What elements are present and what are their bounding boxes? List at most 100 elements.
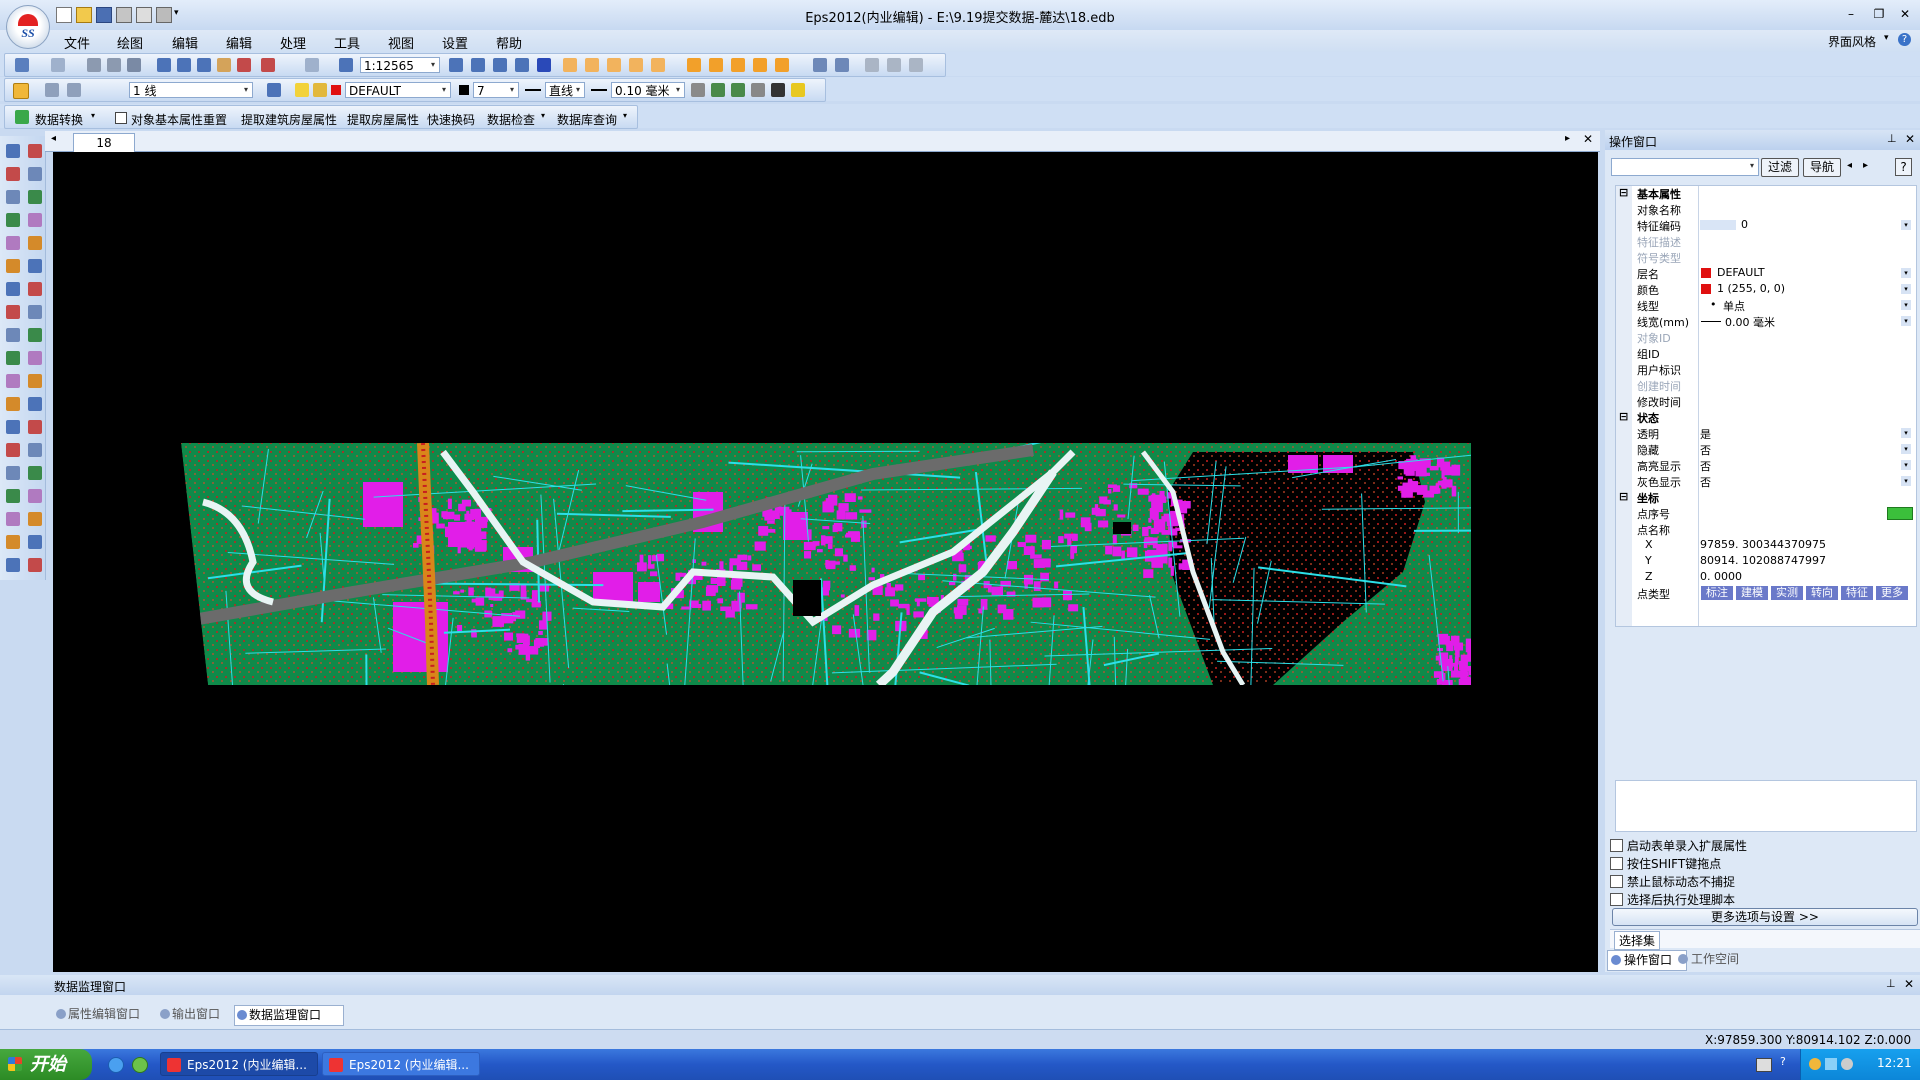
disabled-tool-3-icon[interactable]: [909, 58, 923, 72]
draw-tool-icon[interactable]: [6, 259, 20, 273]
menu-settings[interactable]: 设置: [442, 33, 468, 52]
point-type-survey-button[interactable]: 实测: [1771, 586, 1803, 600]
draw-tool-icon[interactable]: [28, 351, 42, 365]
panel-close-icon[interactable]: ✕: [1905, 132, 1915, 146]
draw-tool-icon[interactable]: [6, 328, 20, 342]
pan-hand-icon[interactable]: [217, 58, 231, 72]
database-query-menu[interactable]: 数据库查询: [557, 111, 617, 128]
point-nav-icon[interactable]: [1887, 507, 1913, 520]
section-basic-toggle-icon[interactable]: ⊟: [1619, 186, 1628, 199]
zoom-in-icon[interactable]: [177, 58, 191, 72]
menu-process[interactable]: 处理: [280, 33, 306, 52]
draw-tool-icon[interactable]: [6, 397, 20, 411]
linewidth-dropdown-icon[interactable]: ▾: [1901, 316, 1911, 326]
database-query-dropdown-icon[interactable]: ▾: [623, 111, 627, 120]
nav-next-icon[interactable]: ▸: [1863, 160, 1868, 171]
cut-icon[interactable]: [87, 58, 101, 72]
draw-tool-icon[interactable]: [6, 558, 20, 572]
prop-row-object-name[interactable]: 对象名称: [1615, 201, 1915, 217]
tab-data-supervision[interactable]: 数据监理窗口: [234, 1005, 344, 1026]
menu-edit[interactable]: 编辑: [172, 33, 198, 52]
layer-dropdown-icon[interactable]: ▾: [1901, 268, 1911, 278]
orange-tool-2-icon[interactable]: [585, 58, 599, 72]
draw-tool-icon[interactable]: [28, 558, 42, 572]
orange-tool-1-icon[interactable]: [563, 58, 577, 72]
draw-tool-icon[interactable]: [28, 167, 42, 181]
snap-tool-2-icon[interactable]: [709, 58, 723, 72]
grid-view-3-icon[interactable]: [493, 58, 507, 72]
ie-icon[interactable]: [108, 1057, 124, 1073]
checkbox-icon[interactable]: [1610, 839, 1623, 852]
draw-tool-icon[interactable]: [6, 443, 20, 457]
draw-tool-icon[interactable]: [28, 190, 42, 204]
network-icon[interactable]: [1825, 1058, 1837, 1070]
section-state-toggle-icon[interactable]: ⊟: [1619, 410, 1628, 423]
number-icon[interactable]: [775, 58, 789, 72]
prop-row-gray[interactable]: 灰色显示 否 ▾: [1615, 473, 1915, 489]
prop-row-user-tag[interactable]: 用户标识: [1615, 361, 1915, 377]
prop-row-modified[interactable]: 修改时间: [1615, 393, 1915, 409]
bottom-panel-pin-icon[interactable]: ⊥: [1886, 977, 1896, 990]
draw-tool-icon[interactable]: [6, 512, 20, 526]
menu-tools[interactable]: 工具: [334, 33, 360, 52]
section-coords-toggle-icon[interactable]: ⊟: [1619, 490, 1628, 503]
line-width-field[interactable]: 0.10 毫米 ▾: [611, 82, 685, 98]
object-attr-reset-button[interactable]: 对象基本属性重置: [131, 111, 227, 128]
taskbar-item-eps-1[interactable]: Eps2012 (内业编辑...: [160, 1052, 318, 1076]
draw-tool-icon[interactable]: [28, 512, 42, 526]
draw-tool-icon[interactable]: [28, 328, 42, 342]
help-icon[interactable]: ?: [1898, 33, 1911, 46]
prop-row-hidden[interactable]: 隐藏 否 ▾: [1615, 441, 1915, 457]
section-state[interactable]: ⊟ 状态: [1615, 409, 1915, 425]
color-field[interactable]: 7 ▾: [473, 82, 519, 98]
language-icon[interactable]: ?: [1780, 1055, 1786, 1068]
layer-field[interactable]: DEFAULT ▾: [345, 82, 451, 98]
draw-tool-icon[interactable]: [28, 535, 42, 549]
linetype-field[interactable]: 1 线 ▾: [129, 82, 253, 98]
data-convert-dropdown-icon[interactable]: ▾: [91, 111, 95, 120]
extract-building-attr-button[interactable]: 提取建筑房屋属性: [241, 111, 337, 128]
draw-tool-icon[interactable]: [28, 144, 42, 158]
point-type-label-button[interactable]: 标注: [1701, 586, 1733, 600]
volume-icon[interactable]: [1841, 1058, 1853, 1070]
draw-tool-icon[interactable]: [6, 213, 20, 227]
prop-row-linewidth[interactable]: 线宽(mm) 0.00 毫米 ▾: [1615, 313, 1915, 329]
line-width-dropdown-icon[interactable]: ▾: [672, 83, 684, 97]
data-convert-menu[interactable]: 数据转换: [35, 111, 83, 128]
start-button[interactable]: 开始: [0, 1049, 92, 1080]
more-options-button[interactable]: 更多选项与设置 >>: [1612, 908, 1918, 926]
navigate-button[interactable]: 导航: [1803, 158, 1841, 177]
orange-tool-4-icon[interactable]: [629, 58, 643, 72]
option-run-script[interactable]: 选择后执行处理脚本: [1610, 891, 1735, 908]
checkbox-icon[interactable]: [1610, 893, 1623, 906]
draw-tool-icon[interactable]: [6, 305, 20, 319]
prop-row-x[interactable]: X 97859. 300344370975: [1615, 537, 1915, 553]
draw-tool-icon[interactable]: [28, 443, 42, 457]
draw-tool-icon[interactable]: [6, 167, 20, 181]
draw-tool-icon[interactable]: [6, 489, 20, 503]
scale-dropdown-icon[interactable]: ▾: [427, 58, 439, 72]
minimize-button[interactable]: –: [1842, 6, 1860, 22]
draw-tool-icon[interactable]: [6, 420, 20, 434]
feature-code-dropdown-icon[interactable]: ▾: [1901, 220, 1911, 230]
no-icon[interactable]: [537, 58, 551, 72]
view-2-icon[interactable]: [835, 58, 849, 72]
tab-close-icon[interactable]: ✕: [1583, 132, 1593, 146]
view-1-icon[interactable]: [813, 58, 827, 72]
export-icon[interactable]: [731, 83, 745, 97]
tab-workspace[interactable]: 工作空间: [1675, 950, 1753, 969]
point-type-feature-button[interactable]: 特征: [1841, 586, 1873, 600]
cube-icon[interactable]: [791, 83, 805, 97]
draw-tool-icon[interactable]: [28, 374, 42, 388]
draw-tool-icon[interactable]: [28, 236, 42, 250]
browser-icon[interactable]: [132, 1057, 148, 1073]
draw-tool-icon[interactable]: [6, 374, 20, 388]
gray-dropdown-icon[interactable]: ▾: [1901, 476, 1911, 486]
draw-tool-icon[interactable]: [6, 466, 20, 480]
brush-icon[interactable]: [751, 83, 765, 97]
map-canvas[interactable]: [53, 152, 1598, 972]
copy-icon[interactable]: [107, 58, 121, 72]
lock-icon[interactable]: [313, 83, 327, 97]
lock-tool-icon[interactable]: [691, 83, 705, 97]
draw-tool-icon[interactable]: [6, 144, 20, 158]
